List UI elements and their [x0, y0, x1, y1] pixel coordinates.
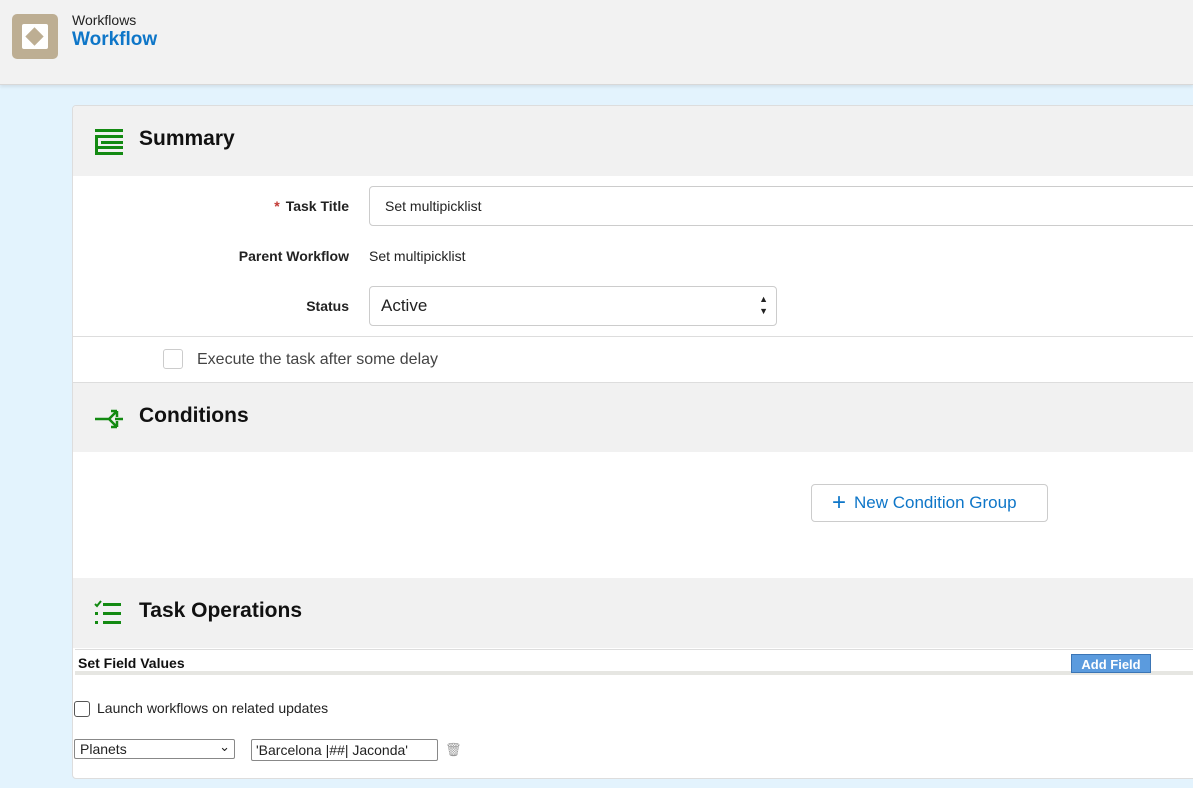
task-operations-section-header: Task Operations — [73, 578, 1193, 648]
delay-label: Execute the task after some delay — [197, 351, 439, 368]
conditions-section-header: Conditions — [73, 382, 1193, 452]
summary-heading: Summary — [139, 127, 235, 150]
trash-icon[interactable]: 🗑 — [445, 742, 462, 758]
sort-arrows-icon: ▲ ▼ — [759, 294, 768, 316]
breadcrumb[interactable]: Workflows — [72, 12, 136, 28]
conditions-heading: Conditions — [139, 404, 249, 427]
launch-workflows-label: Launch workflows on related updates — [97, 700, 329, 716]
task-operations-heading: Task Operations — [139, 599, 302, 622]
add-field-button[interactable]: Add Field — [1071, 654, 1151, 673]
set-field-values-bar: Set Field Values — [75, 649, 1193, 675]
status-select[interactable]: Active ▲ ▼ — [369, 286, 777, 326]
field-select[interactable]: Planets ⌄ — [74, 739, 235, 759]
chevron-down-icon: ⌄ — [219, 739, 230, 754]
field-value-input[interactable]: 'Barcelona |##| Jaconda' — [251, 739, 438, 761]
task-title-input[interactable]: Set multipicklist — [369, 186, 1193, 226]
workflow-logo-icon — [12, 14, 58, 59]
parent-workflow-label: Parent Workflow — [238, 248, 349, 264]
new-condition-group-button[interactable]: + New Condition Group — [811, 484, 1048, 522]
workflow-card: Summary * Task Title Set multipicklist Pa… — [72, 105, 1193, 779]
plus-icon: + — [832, 489, 847, 516]
summary-list-icon — [95, 129, 123, 155]
parent-workflow-value: Set multipicklist — [369, 248, 466, 264]
header: Workflows Workflow — [0, 0, 1193, 85]
summary-section-header: Summary — [73, 106, 1193, 176]
checklist-icon — [94, 600, 121, 624]
task-title-label: * Task Title — [274, 198, 349, 214]
page-title: Workflow — [72, 29, 158, 50]
status-label: Status — [306, 298, 349, 314]
launch-workflows-checkbox[interactable] — [74, 701, 90, 717]
branch-arrows-icon — [95, 409, 123, 429]
delay-checkbox[interactable] — [163, 349, 183, 369]
